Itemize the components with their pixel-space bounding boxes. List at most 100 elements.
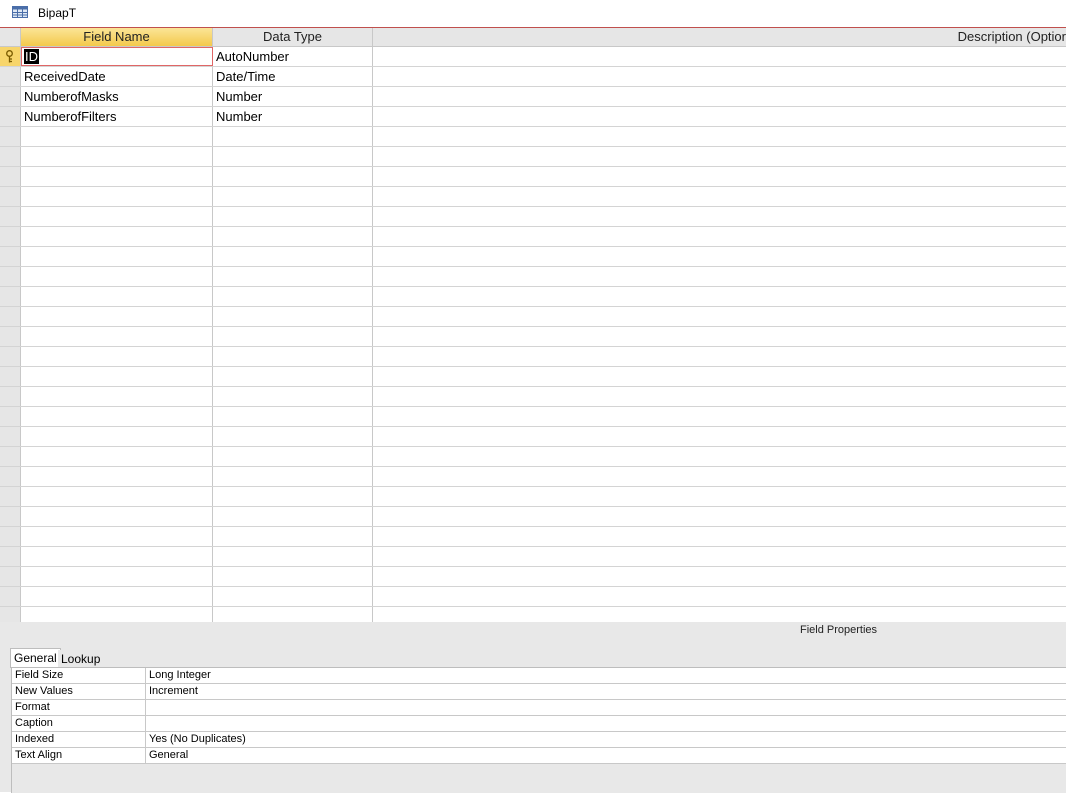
description-cell[interactable]: [373, 287, 1066, 306]
data-type-cell[interactable]: [213, 407, 373, 426]
empty-table-row[interactable]: [0, 547, 1066, 567]
field-name-cell[interactable]: ReceivedDate: [21, 67, 213, 86]
empty-table-row[interactable]: [0, 427, 1066, 447]
empty-table-row[interactable]: [0, 307, 1066, 327]
property-value[interactable]: Long Integer: [145, 668, 1049, 683]
row-selector[interactable]: [0, 347, 21, 366]
field-name-cell[interactable]: [21, 467, 213, 486]
empty-table-row[interactable]: [0, 327, 1066, 347]
row-selector[interactable]: [0, 427, 21, 446]
field-name-cell[interactable]: [21, 347, 213, 366]
row-selector[interactable]: [0, 527, 21, 546]
empty-table-row[interactable]: [0, 567, 1066, 587]
empty-table-row[interactable]: [0, 127, 1066, 147]
empty-table-row[interactable]: [0, 167, 1066, 187]
row-selector[interactable]: [0, 447, 21, 466]
empty-table-row[interactable]: [0, 247, 1066, 267]
property-value[interactable]: [145, 716, 1049, 731]
property-row-format[interactable]: Format: [12, 700, 1066, 716]
property-value[interactable]: [145, 700, 1049, 715]
field-name-cell[interactable]: NumberofFilters: [21, 107, 213, 126]
empty-table-row[interactable]: [0, 607, 1066, 622]
field-name-cell[interactable]: [21, 567, 213, 586]
data-type-cell[interactable]: AutoNumber: [213, 47, 373, 66]
field-name-cell[interactable]: [21, 207, 213, 226]
data-type-cell[interactable]: [213, 527, 373, 546]
data-type-cell[interactable]: [213, 567, 373, 586]
field-name-cell[interactable]: [21, 447, 213, 466]
row-selector[interactable]: [0, 167, 21, 186]
row-selector[interactable]: [0, 87, 21, 106]
field-name-cell[interactable]: [21, 247, 213, 266]
data-type-cell[interactable]: [213, 447, 373, 466]
data-type-cell[interactable]: [213, 607, 373, 622]
empty-table-row[interactable]: [0, 227, 1066, 247]
table-row[interactable]: NumberofFilters Number: [0, 107, 1066, 127]
data-type-cell[interactable]: [213, 247, 373, 266]
row-selector[interactable]: [0, 387, 21, 406]
description-cell[interactable]: [373, 547, 1066, 566]
field-name-cell[interactable]: [21, 187, 213, 206]
empty-table-row[interactable]: [0, 507, 1066, 527]
empty-table-row[interactable]: [0, 587, 1066, 607]
data-type-cell[interactable]: [213, 347, 373, 366]
data-type-cell[interactable]: [213, 207, 373, 226]
description-cell[interactable]: [373, 87, 1066, 106]
data-type-cell[interactable]: [213, 387, 373, 406]
description-cell[interactable]: [373, 587, 1066, 606]
row-selector[interactable]: [0, 227, 21, 246]
field-name-cell[interactable]: [21, 267, 213, 286]
data-type-cell[interactable]: [213, 267, 373, 286]
row-selector[interactable]: [0, 67, 21, 86]
row-selector[interactable]: [0, 467, 21, 486]
table-row[interactable]: ReceivedDate Date/Time: [0, 67, 1066, 87]
description-cell[interactable]: [373, 167, 1066, 186]
data-type-cell[interactable]: Number: [213, 87, 373, 106]
row-selector[interactable]: [0, 367, 21, 386]
row-selector[interactable]: [0, 327, 21, 346]
data-type-cell[interactable]: [213, 587, 373, 606]
description-cell[interactable]: [373, 107, 1066, 126]
empty-table-row[interactable]: [0, 467, 1066, 487]
field-name-cell[interactable]: [21, 327, 213, 346]
field-name-cell[interactable]: [21, 227, 213, 246]
property-row-caption[interactable]: Caption: [12, 716, 1066, 732]
table-row[interactable]: ID AutoNumber: [0, 47, 1066, 67]
description-cell[interactable]: [373, 347, 1066, 366]
data-type-cell[interactable]: [213, 427, 373, 446]
data-type-cell[interactable]: [213, 327, 373, 346]
description-cell[interactable]: [373, 327, 1066, 346]
empty-table-row[interactable]: [0, 367, 1066, 387]
data-type-cell[interactable]: Number: [213, 107, 373, 126]
field-name-cell[interactable]: [21, 287, 213, 306]
description-cell[interactable]: [373, 407, 1066, 426]
field-name-cell[interactable]: [21, 407, 213, 426]
field-name-cell[interactable]: [21, 607, 213, 622]
description-cell[interactable]: [373, 227, 1066, 246]
row-selector[interactable]: [0, 47, 21, 66]
description-cell[interactable]: [373, 447, 1066, 466]
description-cell[interactable]: [373, 47, 1066, 66]
property-row-new-values[interactable]: New Values Increment: [12, 684, 1066, 700]
data-type-cell[interactable]: Date/Time: [213, 67, 373, 86]
field-name-cell[interactable]: [21, 367, 213, 386]
description-cell[interactable]: [373, 467, 1066, 486]
row-selector[interactable]: [0, 547, 21, 566]
property-value[interactable]: Yes (No Duplicates): [145, 732, 1049, 747]
data-type-cell[interactable]: [213, 507, 373, 526]
property-row-text-align[interactable]: Text Align General: [12, 748, 1066, 764]
table-row[interactable]: NumberofMasks Number: [0, 87, 1066, 107]
row-selector[interactable]: [0, 607, 21, 622]
row-selector[interactable]: [0, 487, 21, 506]
tab-general[interactable]: General: [10, 648, 61, 668]
row-selector[interactable]: [0, 147, 21, 166]
row-selector[interactable]: [0, 507, 21, 526]
data-type-cell[interactable]: [213, 227, 373, 246]
empty-table-row[interactable]: [0, 267, 1066, 287]
data-type-cell[interactable]: [213, 367, 373, 386]
description-cell[interactable]: [373, 267, 1066, 286]
data-type-cell[interactable]: [213, 187, 373, 206]
empty-table-row[interactable]: [0, 387, 1066, 407]
description-cell[interactable]: [373, 427, 1066, 446]
row-selector[interactable]: [0, 127, 21, 146]
